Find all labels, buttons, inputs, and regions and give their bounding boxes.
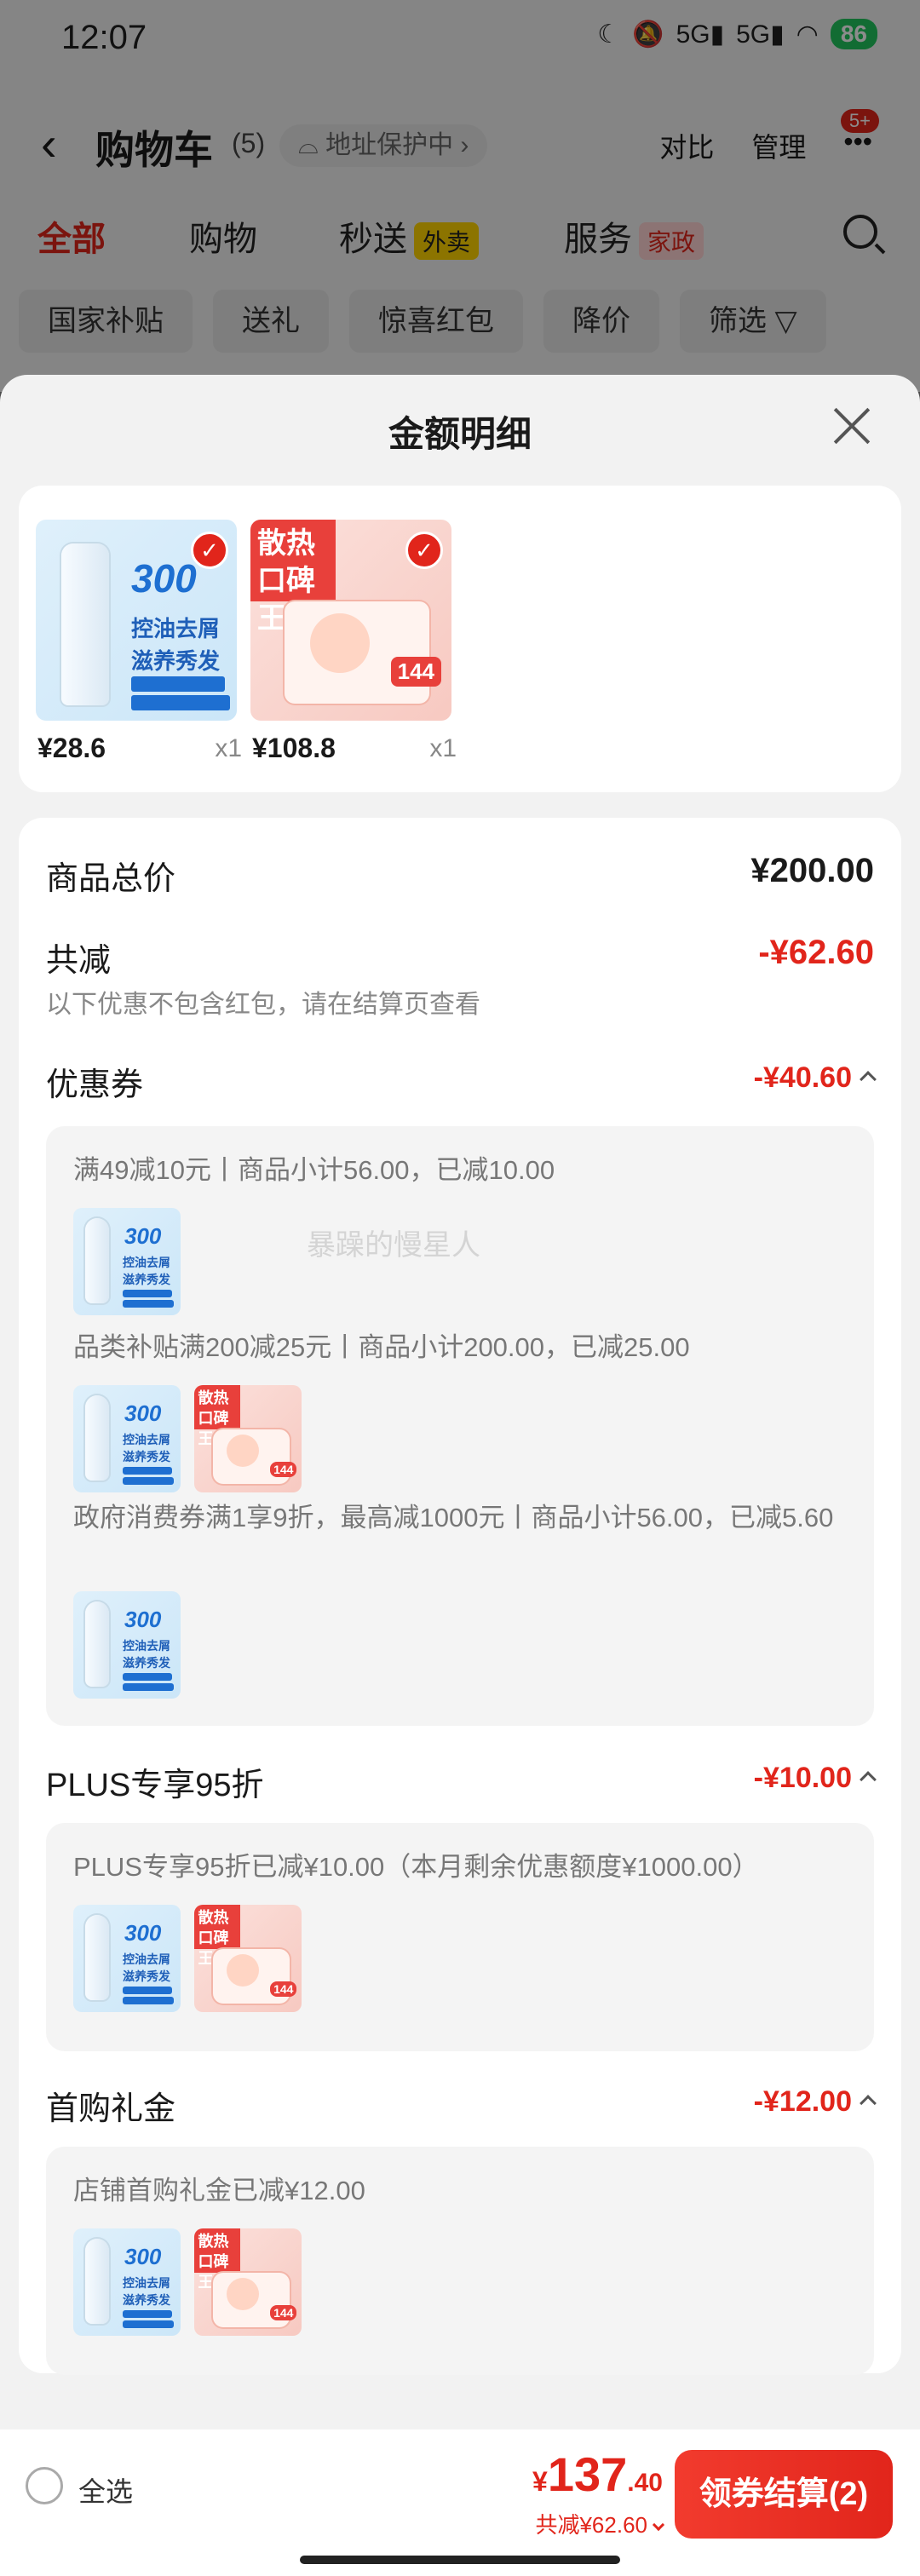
coupon-group-header[interactable]: 优惠券 -¥40.60 [46,1058,877,1105]
reduce-label: 共减 [46,943,112,979]
checkout-button[interactable]: 领券结算(2) [675,2450,893,2539]
plus-panel: PLUS专享95折已减¥10.00（本月剩余优惠额度¥1000.00） 300 控… [46,1823,874,2051]
first-gift-items: 300 控油去屑 滋养秀发 散热口碑王 144 [73,2228,312,2340]
cart-count: (5) [232,128,266,158]
price-detail-sheet: 金额明细 300 控油去屑 滋养秀发 ✓ ¥28.6 x1 散热口碑王 144 … [0,375,920,2576]
coupon-panel: 满49减10元丨商品小计56.00，已减10.00 300 控油去屑 滋养秀发 品类… [46,1126,874,1726]
chip-national-subsidy[interactable]: 国家补贴 [19,290,193,353]
product-image-diaper: 散热口碑王 144 ✓ [250,520,451,721]
watermark-text: 暴躁的慢星人 [307,1229,480,1262]
signal-icon: 5G▮ [676,20,725,49]
reduce-value: -¥62.60 [758,934,874,971]
chevron-up-icon [860,1771,877,1788]
back-icon[interactable]: ‹ [41,116,57,171]
item-thumb-shampoo: 300 控油去屑 滋养秀发 [73,2228,181,2336]
product-item[interactable]: 300 控油去屑 滋养秀发 ✓ ¥28.6 x1 [36,520,242,763]
chip-price-drop[interactable]: 降价 [543,290,659,353]
reduce-row: 共减 -¥62.60 [46,934,874,980]
chevron-up-icon [860,2095,877,2112]
discount-note: 以下优惠不包含红包，请在结算页查看 [46,991,480,1019]
chip-red-packet[interactable]: 惊喜红包 [349,290,523,353]
coupon-line: 满49减10元丨商品小计56.00，已减10.00 [73,1155,555,1185]
product-price: ¥108.8 [252,733,336,763]
cart-tabs: 全部 购物 秒送 外卖 服务 家政 [0,211,920,271]
item-thumb-shampoo: 300 控油去屑 滋养秀发 [73,1591,181,1699]
total-reduce-toggle[interactable]: 共减¥62.60 [535,2508,665,2539]
search-icon[interactable] [843,215,877,249]
tab-delivery[interactable]: 秒送 外卖 [339,211,480,261]
nav-actions: 对比 管理 ••• [659,126,872,165]
product-image-shampoo: 300 控油去屑 滋养秀发 ✓ [36,520,237,721]
tab-service[interactable]: 服务 家政 [564,211,704,261]
tab-all[interactable]: 全部 [37,211,106,261]
product-qty: x1 [215,734,242,762]
price-detail-card: 商品总价 ¥200.00 共减 -¥62.60 以下优惠不包含红包，请在结算页查… [19,818,901,2375]
plus-amount: -¥10.00 [754,1762,877,1795]
battery-icon: 86 [830,19,877,49]
item-thumb-diaper: 散热口碑王 144 [194,1385,302,1492]
item-thumb-diaper: 散热口碑王 144 [194,2228,302,2336]
first-gift-group-header[interactable]: 首购礼金 -¥12.00 [46,2082,877,2129]
first-gift-amount: -¥12.00 [754,2085,877,2119]
first-gift-label: 首购礼金 [46,2091,176,2127]
product-item[interactable]: 散热口碑王 144 ✓ ¥108.8 x1 [250,520,457,763]
manage-button[interactable]: 管理 [751,126,806,165]
address-protection-pill[interactable]: ⌓ 地址保护中 › [279,124,488,167]
tab-shopping[interactable]: 购物 [189,211,257,261]
select-all-label[interactable]: 全选 [78,2470,133,2510]
sheet-title: 金额明细 [388,414,532,454]
wifi-icon: ◠ [796,20,819,49]
item-thumb-shampoo: 300 控油去屑 滋养秀发 [73,1905,181,2012]
shield-icon: ⌓ [298,131,326,159]
home-indicator[interactable] [300,2556,620,2564]
total-value: ¥200.00 [750,852,874,889]
status-bar: 12:07 ☾ 🔕 5G▮ 5G▮ ◠ 86 [0,0,920,77]
plus-group-header[interactable]: PLUS专享95折 -¥10.00 [46,1758,877,1805]
total-price: ¥137.40 [532,2447,663,2501]
filter-chips: 国家补贴 送礼 惊喜红包 降价 筛选 ▽ [19,290,826,353]
mute-icon: 🔕 [632,20,664,49]
checkout-bar: 全选 ¥137.40 共减¥62.60 领券结算(2) [0,2429,920,2576]
total-label: 商品总价 [46,861,176,897]
plus-line: PLUS专享95折已减¥10.00（本月剩余优惠额度¥1000.00） [73,1852,759,1882]
item-thumb-diaper: 散热口碑王 144 [194,1905,302,2012]
moon-icon: ☾ [597,20,621,49]
coupon-items: 300 控油去屑 滋养秀发 [73,1208,191,1320]
signal-icon: 5G▮ [736,20,785,49]
coupon-items: 300 控油去屑 滋养秀发 [73,1591,191,1703]
takeout-tag: 外卖 [414,222,480,261]
item-thumb-shampoo: 300 控油去屑 滋养秀发 [73,1385,181,1492]
first-gift-panel: 店铺首购礼金已减¥12.00 300 控油去屑 滋养秀发 散热口碑王 144 [46,2147,874,2375]
filter-icon: ▽ [774,305,797,337]
coupon-line: 政府消费券满1享9折，最高减1000元丨商品小计56.00，已减5.60 [73,1503,834,1532]
status-time: 12:07 [61,19,147,56]
chip-filter[interactable]: 筛选 ▽ [680,290,826,353]
total-row: 商品总价 ¥200.00 [46,852,874,899]
plus-items: 300 控油去屑 滋养秀发 散热口碑王 144 [73,1905,312,2016]
cart-page-background: 12:07 ☾ 🔕 5G▮ 5G▮ ◠ 86 ‹ 购物车 (5) ⌓ 地址保护中… [0,0,920,392]
close-icon[interactable] [831,405,872,446]
first-gift-line: 店铺首购礼金已减¥12.00 [73,2176,365,2205]
item-thumb-shampoo: 300 控油去屑 滋养秀发 [73,1208,181,1315]
checked-icon: ✓ [191,532,228,569]
coupon-items: 300 控油去屑 滋养秀发 散热口碑王 144 [73,1385,312,1497]
page-title: 购物车 [95,128,213,172]
product-price: ¥28.6 [37,733,106,763]
housekeeping-tag: 家政 [639,222,704,261]
coupon-line: 品类补贴满200减25元丨商品小计200.00，已减25.00 [73,1332,690,1362]
chevron-up-icon [860,1071,877,1088]
coupon-label: 优惠券 [46,1067,144,1103]
compare-button[interactable]: 对比 [659,126,714,165]
chip-gift[interactable]: 送礼 [213,290,329,353]
checked-icon: ✓ [405,532,443,569]
select-all-radio[interactable] [26,2467,63,2504]
plus-label: PLUS专享95折 [46,1768,264,1803]
coupon-amount: -¥40.60 [754,1061,877,1095]
chevron-down-icon [652,2518,665,2532]
cart-navbar: ‹ 购物车 (5) ⌓ 地址保护中 › 对比 管理 ••• 5+ [0,109,920,179]
product-qty: x1 [429,734,457,762]
status-icons: ☾ 🔕 5G▮ 5G▮ ◠ 86 [597,19,877,49]
product-strip: 300 控油去屑 滋养秀发 ✓ ¥28.6 x1 散热口碑王 144 ✓ ¥10… [19,486,901,792]
more-badge: 5+ [840,109,879,133]
